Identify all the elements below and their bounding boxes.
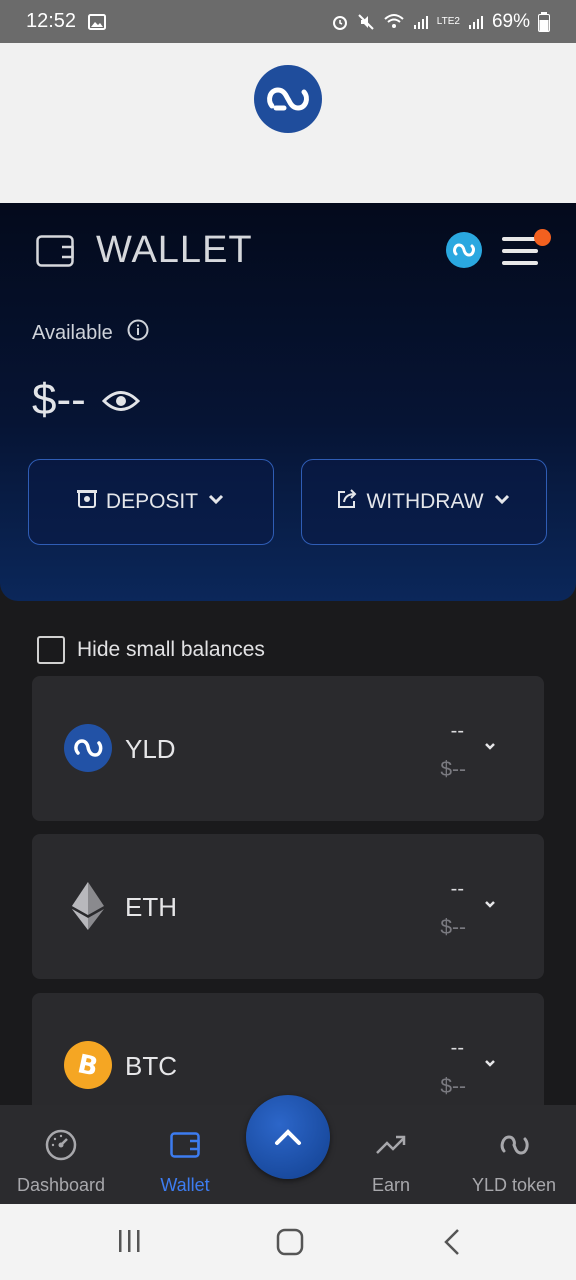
wallet-icon [170, 1127, 200, 1163]
asset-symbol: ETH [125, 892, 177, 922]
image-notification-icon [88, 13, 107, 31]
nav-item-wallet[interactable]: Wallet [130, 1105, 240, 1204]
nav-item-earn[interactable]: Earn [336, 1105, 446, 1204]
nav-label: YLD token [471, 1175, 557, 1195]
available-row: Available [32, 319, 149, 347]
status-bar: 12:52 LTE2 69% [0, 0, 576, 43]
balance-value: $-- [32, 375, 86, 424]
bottom-navigation: Dashboard Wallet Earn YLD token [0, 1095, 576, 1204]
home-icon[interactable] [276, 1228, 304, 1261]
wallet-icon [36, 235, 74, 272]
gauge-icon [45, 1127, 77, 1163]
signal-2-icon [468, 14, 484, 30]
btc-icon: B [64, 1041, 112, 1089]
hide-small-balances-label: Hide small balances [77, 638, 265, 661]
system-navigation-bar [0, 1204, 576, 1280]
asset-symbol: YLD [125, 734, 176, 764]
menu-button[interactable] [500, 229, 551, 269]
chevron-down-icon[interactable] [482, 738, 498, 759]
asset-symbol: BTC [125, 1051, 177, 1081]
notification-dot [534, 229, 551, 246]
mute-icon [357, 13, 375, 31]
asset-amount: -- [450, 1037, 464, 1059]
asset-usd-value: $-- [440, 758, 466, 781]
recent-apps-icon[interactable] [116, 1228, 142, 1259]
alarm-icon [331, 13, 349, 31]
asset-amount: -- [450, 878, 464, 900]
trend-up-icon [375, 1127, 407, 1163]
chevron-down-icon[interactable] [482, 896, 498, 917]
asset-usd-value: $-- [440, 1075, 466, 1098]
info-icon[interactable] [127, 319, 149, 347]
status-time: 12:52 [26, 10, 77, 32]
deposit-icon [76, 488, 98, 516]
hide-small-balances-toggle[interactable]: Hide small balances [37, 636, 265, 664]
wifi-icon [383, 13, 405, 31]
available-label: Available [32, 321, 113, 344]
nav-item-yld-token[interactable]: YLD token [459, 1105, 569, 1204]
asset-card-eth[interactable]: ETH -- $-- [32, 834, 544, 979]
eye-icon[interactable] [101, 375, 140, 425]
yld-token-icon [498, 1127, 530, 1163]
withdraw-button[interactable]: WITHDRAW [301, 459, 547, 545]
battery-percent: 69% [491, 10, 530, 32]
app-header [0, 43, 576, 203]
signal-icon [413, 14, 429, 30]
app-logo-icon[interactable] [254, 65, 322, 133]
back-icon[interactable] [440, 1228, 464, 1261]
asset-usd-value: $-- [440, 916, 466, 939]
scroll-up-button[interactable] [246, 1095, 330, 1179]
asset-card-yld[interactable]: YLD -- $-- [32, 676, 544, 821]
wallet-hero: WALLET Available $-- DEPOSIT WITHDRAW [0, 203, 576, 601]
network-type-label: LTE2 [436, 15, 460, 27]
deposit-button[interactable]: DEPOSIT [28, 459, 274, 545]
eth-icon [64, 882, 112, 930]
withdraw-label: WITHDRAW [366, 490, 484, 513]
battery-icon [538, 11, 550, 32]
nav-label: Earn [371, 1175, 411, 1195]
asset-amount: -- [450, 720, 464, 742]
chevron-down-icon[interactable] [482, 1055, 498, 1076]
withdraw-icon [336, 488, 358, 516]
deposit-label: DEPOSIT [105, 490, 199, 513]
chevron-down-icon [492, 489, 512, 515]
page-title: WALLET [96, 229, 253, 271]
yld-icon [64, 724, 112, 772]
nav-label: Wallet [160, 1175, 210, 1195]
yld-badge-icon[interactable] [446, 232, 482, 268]
nav-label: Dashboard [16, 1175, 106, 1195]
nav-item-dashboard[interactable]: Dashboard [6, 1105, 116, 1204]
chevron-down-icon [206, 489, 226, 515]
hide-small-balances-checkbox[interactable] [37, 636, 65, 664]
balance-row: $-- [32, 375, 140, 425]
